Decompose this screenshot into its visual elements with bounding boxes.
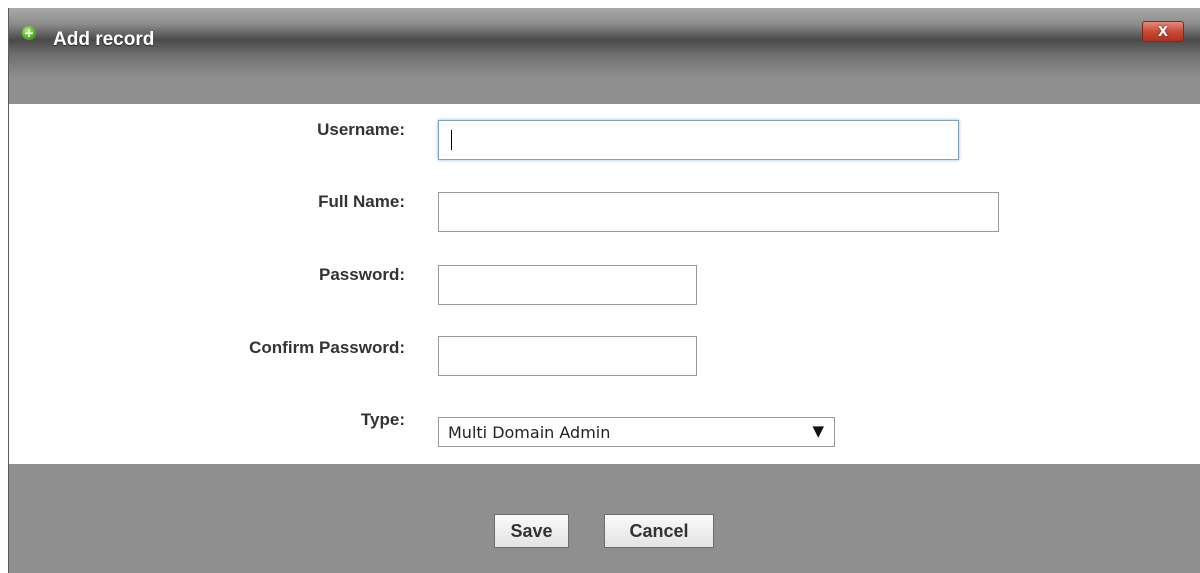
type-select[interactable]: Multi Domain Admin ▼ (438, 417, 835, 447)
dialog-titlebar[interactable]: + Add record X (9, 8, 1200, 78)
confirm-password-label: Confirm Password: (249, 338, 405, 357)
username-input[interactable] (438, 120, 959, 160)
confirm-password-input[interactable] (438, 336, 697, 376)
full-name-label: Full Name: (318, 192, 405, 211)
cancel-button[interactable]: Cancel (604, 514, 714, 548)
text-caret (451, 130, 452, 150)
save-button[interactable]: Save (494, 514, 569, 548)
password-label: Password: (319, 265, 405, 284)
password-input[interactable] (438, 265, 697, 305)
add-record-dialog: + Add record X Username: Full Name: Pass… (8, 8, 1200, 573)
form-area: Username: Full Name: Password: Confirm P… (9, 104, 1200, 464)
full-name-input[interactable] (438, 192, 999, 232)
close-button[interactable]: X (1142, 21, 1184, 42)
dropdown-arrow-icon: ▼ (812, 422, 824, 440)
dialog-title: Add record (53, 29, 155, 50)
type-label: Type: (360, 410, 405, 429)
type-select-value: Multi Domain Admin (448, 423, 611, 442)
username-label: Username: (317, 120, 405, 139)
add-circle-icon: + (22, 26, 36, 40)
